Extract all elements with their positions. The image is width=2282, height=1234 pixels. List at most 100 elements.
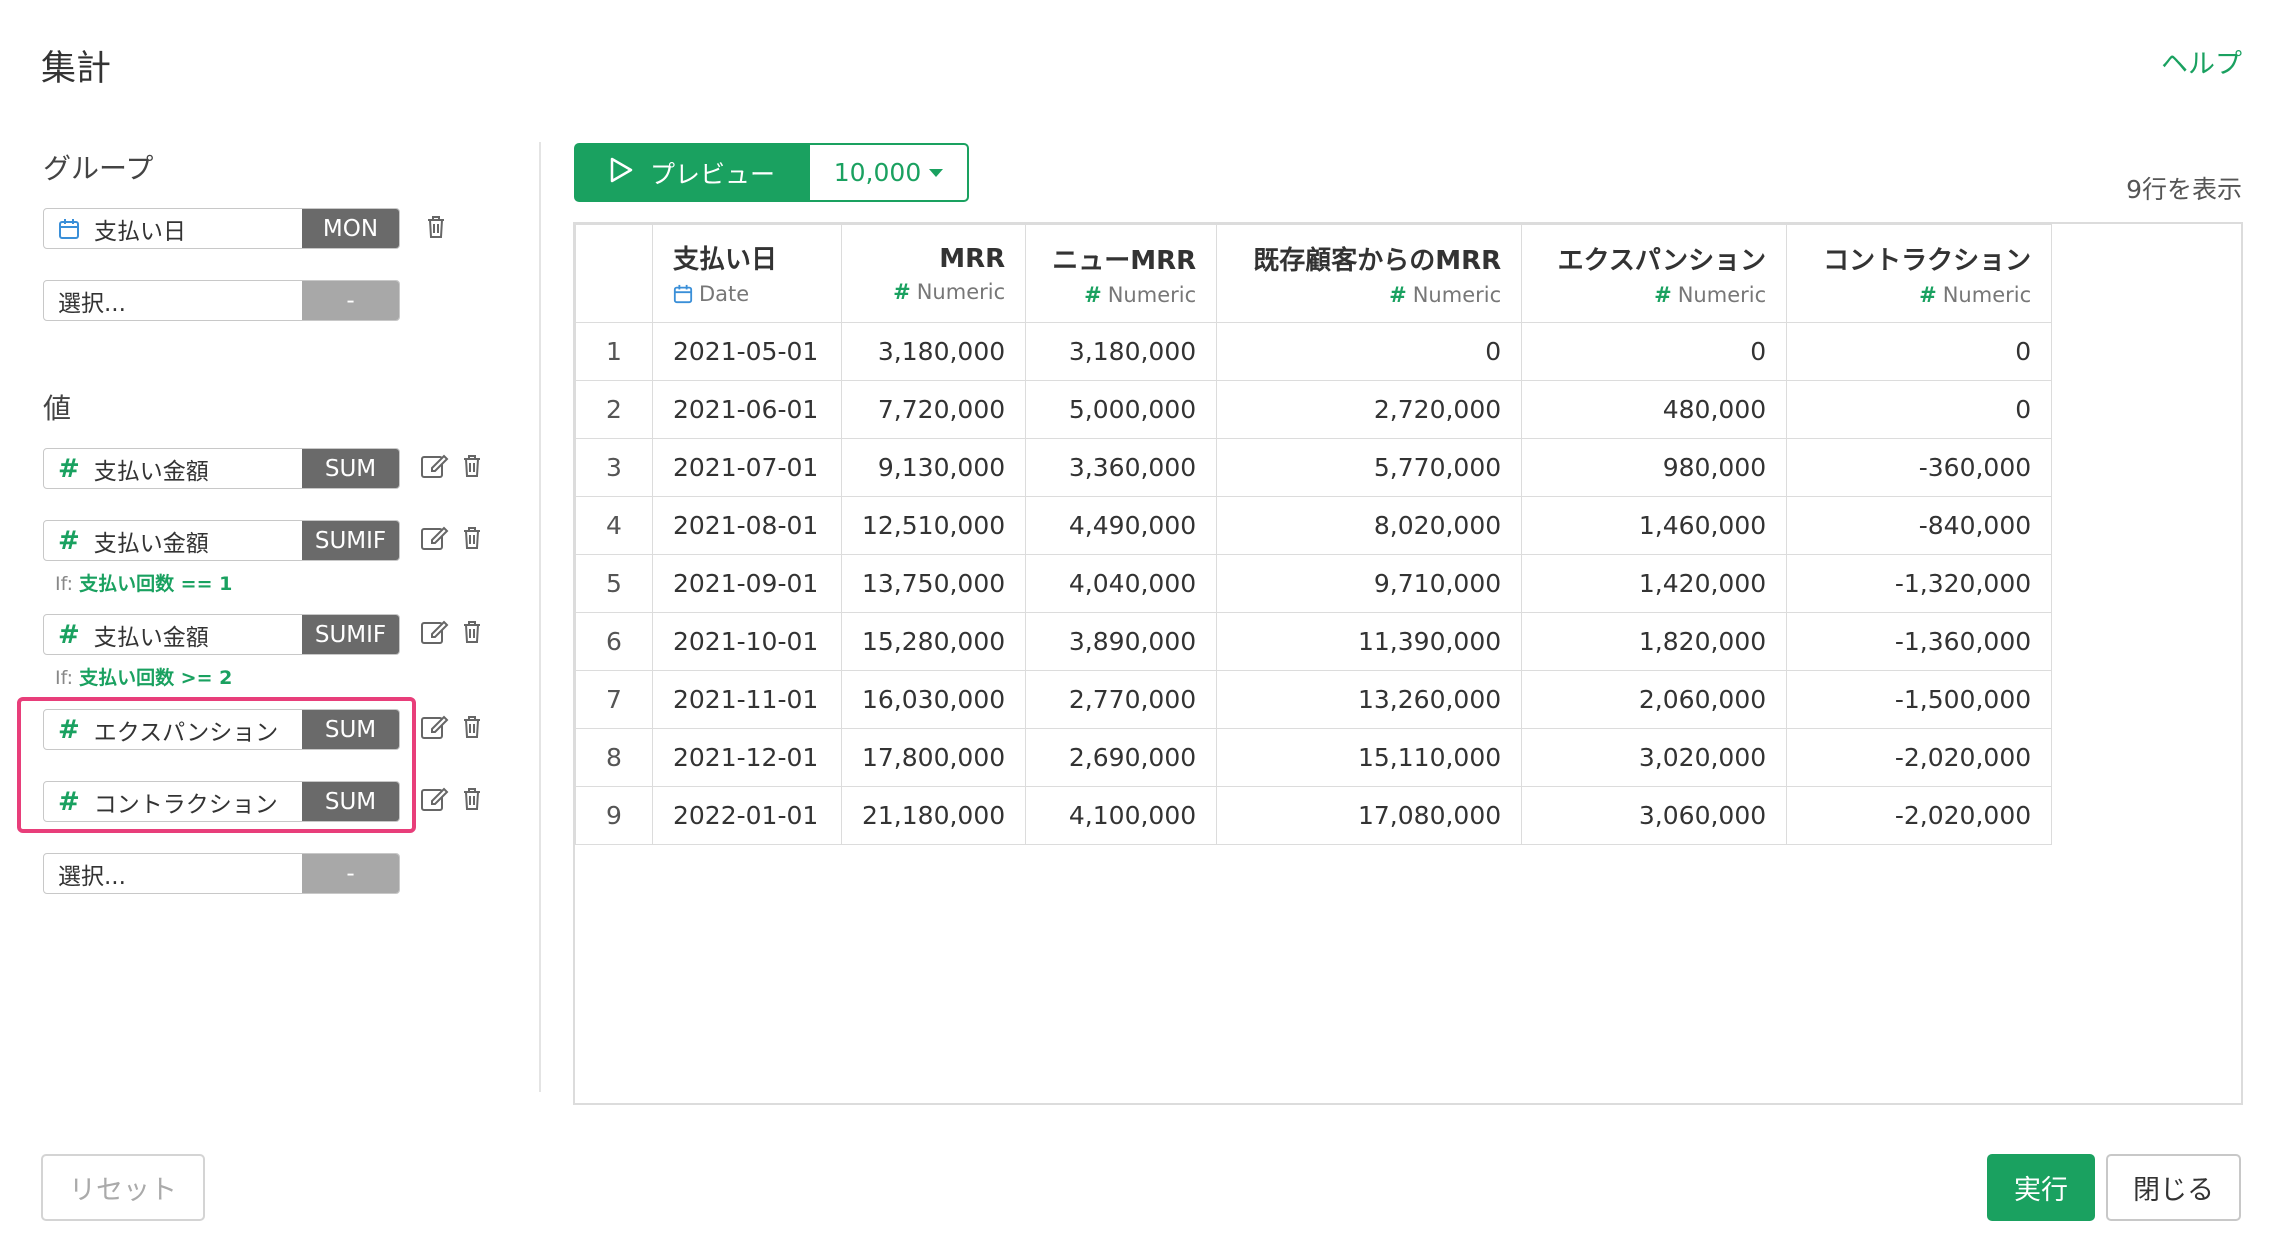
edit-icon[interactable] [420, 618, 450, 646]
trash-icon[interactable] [460, 619, 484, 645]
table-cell[interactable]: 2021-12-01 [652, 728, 842, 787]
table-cell[interactable]: 3,360,000 [1025, 438, 1218, 497]
table-cell[interactable]: -2,020,000 [1786, 786, 2053, 845]
table-cell[interactable]: 4,040,000 [1025, 554, 1218, 613]
table-cell[interactable]: 15,110,000 [1216, 728, 1523, 787]
help-link[interactable]: ヘルプ [2161, 42, 2242, 81]
table-cell[interactable]: 4,490,000 [1025, 496, 1218, 555]
edit-icon[interactable] [420, 785, 450, 813]
table-cell[interactable]: 0 [1786, 322, 2053, 381]
table-cell[interactable]: 5,770,000 [1216, 438, 1523, 497]
group-select-pill[interactable]: 選択... - [43, 280, 400, 321]
table-cell[interactable]: -1,320,000 [1786, 554, 2053, 613]
table-cell[interactable]: 2022-01-01 [652, 786, 842, 845]
value-field-pill[interactable]: # 支払い金額 SUMIF [43, 520, 400, 561]
group-field-pill[interactable]: 支払い日 MON [43, 208, 400, 249]
table-cell[interactable]: 3,180,000 [840, 322, 1027, 381]
table-cell[interactable]: 480,000 [1521, 380, 1788, 439]
value-field-pill[interactable]: # 支払い金額 SUMIF [43, 614, 400, 655]
table-cell[interactable]: 16,030,000 [840, 670, 1027, 729]
trash-icon[interactable] [460, 714, 484, 740]
table-cell[interactable]: 980,000 [1521, 438, 1788, 497]
edit-icon[interactable] [420, 452, 450, 480]
trash-icon[interactable] [460, 786, 484, 812]
table-cell[interactable]: 3,060,000 [1521, 786, 1788, 845]
table-cell[interactable]: 2,770,000 [1025, 670, 1218, 729]
table-cell[interactable]: 8,020,000 [1216, 496, 1523, 555]
column-header[interactable]: MRR # Numeric [840, 224, 1027, 323]
table-cell[interactable]: 9,130,000 [840, 438, 1027, 497]
table-cell[interactable]: 0 [1786, 380, 2053, 439]
table-cell[interactable]: 2021-07-01 [652, 438, 842, 497]
table-cell[interactable]: 4,100,000 [1025, 786, 1218, 845]
column-header[interactable]: エクスパンション # Numeric [1521, 224, 1788, 323]
row-number-cell: 7 [575, 670, 653, 729]
group-agg-dropdown[interactable]: MON [302, 209, 399, 248]
value-agg-dropdown[interactable]: SUM [302, 449, 399, 488]
table-cell[interactable]: 21,180,000 [840, 786, 1027, 845]
table-cell[interactable]: 2021-08-01 [652, 496, 842, 555]
table-cell[interactable]: 1,420,000 [1521, 554, 1788, 613]
column-header[interactable]: 支払い日 Date [652, 224, 842, 323]
trash-icon[interactable] [460, 525, 484, 551]
table-cell[interactable]: 1,820,000 [1521, 612, 1788, 671]
table-cell[interactable]: 3,180,000 [1025, 322, 1218, 381]
table-cell[interactable]: 12,510,000 [840, 496, 1027, 555]
trash-icon[interactable] [460, 453, 484, 479]
edit-icon[interactable] [420, 713, 450, 741]
table-cell[interactable]: 13,750,000 [840, 554, 1027, 613]
row-limit-dropdown[interactable]: 10,000 [808, 143, 969, 202]
table-cell[interactable]: 2021-09-01 [652, 554, 842, 613]
column-header[interactable]: ニューMRR # Numeric [1025, 224, 1218, 323]
value-condition[interactable]: If: 支払い回数 == 1 [55, 569, 232, 596]
reset-button[interactable]: リセット [41, 1154, 205, 1221]
edit-icon[interactable] [420, 524, 450, 552]
column-header[interactable]: コントラクション # Numeric [1786, 224, 2053, 323]
table-cell[interactable]: 2021-11-01 [652, 670, 842, 729]
table-row: 5 2021-09-01 13,750,000 4,040,000 9,710,000 1… [575, 554, 2053, 613]
value-agg-dropdown[interactable]: SUMIF [302, 615, 399, 654]
table-cell[interactable]: -1,360,000 [1786, 612, 2053, 671]
table-cell[interactable]: 11,390,000 [1216, 612, 1523, 671]
value-select-pill[interactable]: 選択... - [43, 853, 400, 894]
value-select-agg[interactable]: - [302, 854, 399, 893]
table-cell[interactable]: 7,720,000 [840, 380, 1027, 439]
value-field-pill[interactable]: # 支払い金額 SUM [43, 448, 400, 489]
table-cell[interactable]: -1,500,000 [1786, 670, 2053, 729]
table-cell[interactable]: 0 [1216, 322, 1523, 381]
table-cell[interactable]: 13,260,000 [1216, 670, 1523, 729]
table-cell[interactable]: 5,000,000 [1025, 380, 1218, 439]
group-section-label: グループ [43, 152, 154, 185]
value-agg-dropdown[interactable]: SUMIF [302, 521, 399, 560]
trash-icon[interactable] [424, 214, 448, 240]
table-cell[interactable]: 15,280,000 [840, 612, 1027, 671]
table-cell[interactable]: 2021-10-01 [652, 612, 842, 671]
table-cell[interactable]: 3,020,000 [1521, 728, 1788, 787]
row-count-label: 9行を表示 [2126, 175, 2242, 204]
table-row: 6 2021-10-01 15,280,000 3,890,000 11,390,000… [575, 612, 2053, 671]
table-cell[interactable]: -360,000 [1786, 438, 2053, 497]
table-cell[interactable]: 2021-05-01 [652, 322, 842, 381]
row-number-cell: 2 [575, 380, 653, 439]
table-cell[interactable]: 9,710,000 [1216, 554, 1523, 613]
row-number-cell: 6 [575, 612, 653, 671]
preview-table-container: 支払い日 Date MRR # Numeric ニューMRR # Numeric 既… [573, 222, 2243, 1105]
table-cell[interactable]: -840,000 [1786, 496, 2053, 555]
close-button[interactable]: 閉じる [2106, 1154, 2241, 1221]
table-cell[interactable]: 2,690,000 [1025, 728, 1218, 787]
table-cell[interactable]: 17,800,000 [840, 728, 1027, 787]
preview-button[interactable]: プレビュー [574, 143, 809, 202]
table-cell[interactable]: -2,020,000 [1786, 728, 2053, 787]
table-cell[interactable]: 3,890,000 [1025, 612, 1218, 671]
column-header[interactable]: 既存顧客からのMRR # Numeric [1216, 224, 1523, 323]
table-cell[interactable]: 1,460,000 [1521, 496, 1788, 555]
row-number-cell: 3 [575, 438, 653, 497]
table-cell[interactable]: 2,060,000 [1521, 670, 1788, 729]
table-cell[interactable]: 17,080,000 [1216, 786, 1523, 845]
group-select-agg[interactable]: - [302, 281, 399, 320]
table-cell[interactable]: 2021-06-01 [652, 380, 842, 439]
value-condition[interactable]: If: 支払い回数 >= 2 [55, 663, 232, 690]
table-cell[interactable]: 2,720,000 [1216, 380, 1523, 439]
table-cell[interactable]: 0 [1521, 322, 1788, 381]
run-button[interactable]: 実行 [1987, 1154, 2095, 1221]
